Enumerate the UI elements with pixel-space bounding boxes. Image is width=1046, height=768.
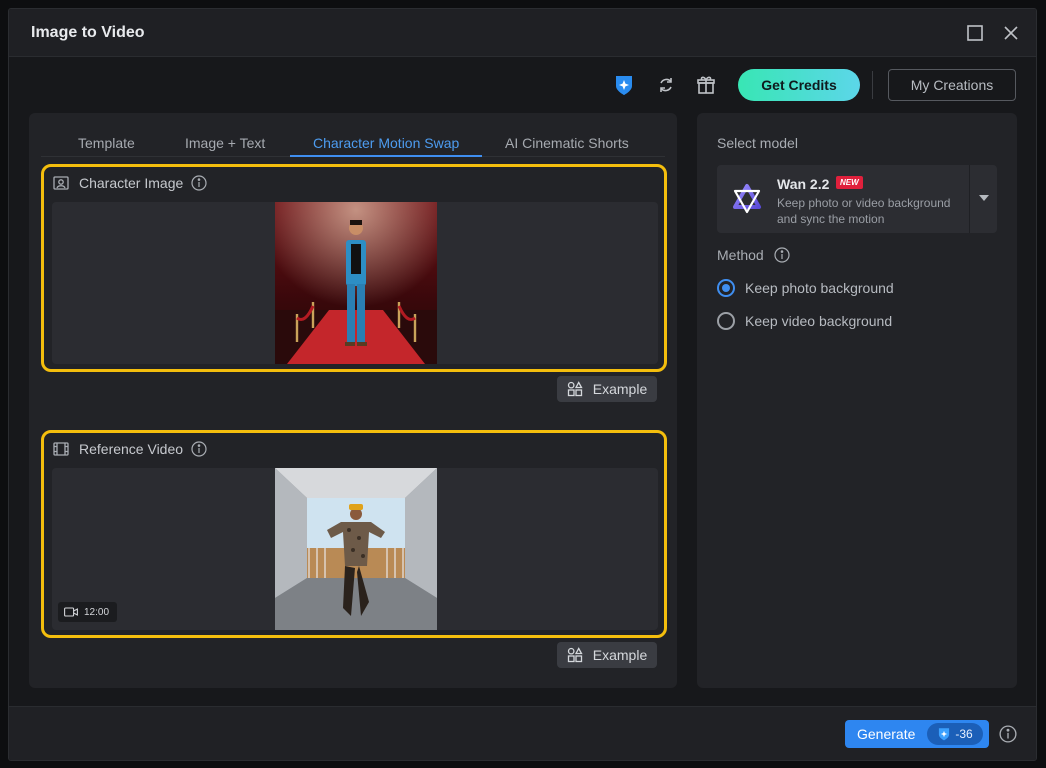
tab-template[interactable]: Template (78, 135, 135, 151)
grid-shapes-icon (567, 647, 583, 663)
close-icon[interactable] (1001, 23, 1021, 43)
keep-photo-label: Keep photo background (745, 280, 894, 296)
reference-example-label: Example (592, 647, 648, 663)
character-example-label: Example (592, 381, 648, 397)
tab-ai-cinematic-shorts[interactable]: AI Cinematic Shorts (505, 135, 629, 151)
new-badge: NEW (836, 176, 863, 189)
radio-keep-photo[interactable] (717, 279, 735, 297)
window-title: Image to Video (31, 24, 145, 41)
get-credits-button[interactable]: Get Credits (738, 69, 860, 101)
reference-example-button[interactable]: Example (557, 642, 657, 668)
video-duration: 12:00 (84, 606, 110, 618)
image-to-video-window: Image to Video Get Credits My Creations … (8, 8, 1037, 761)
active-tab-indicator (290, 155, 482, 157)
tab-image-text[interactable]: Image + Text (185, 135, 265, 151)
toolbar-divider (872, 71, 873, 99)
character-image-section: Character Image (41, 164, 667, 372)
method-label: Method (717, 247, 764, 263)
right-panel: Select model Wan 2.2 NEW Keep photo or v… (697, 113, 1017, 688)
generate-label: Generate (857, 726, 916, 742)
model-selector[interactable]: Wan 2.2 NEW Keep photo or video backgrou… (717, 165, 997, 233)
my-creations-button[interactable]: My Creations (888, 69, 1016, 101)
method-option-keep-photo[interactable]: Keep photo background (717, 279, 894, 297)
method-header: Method (717, 247, 790, 263)
left-panel: Template Image + Text Character Motion S… (29, 113, 677, 688)
radio-keep-video[interactable] (717, 312, 735, 330)
tab-character-motion-swap[interactable]: Character Motion Swap (313, 135, 459, 151)
grid-shapes-icon (567, 381, 583, 397)
footer-bar: Generate -36 (9, 706, 1036, 760)
maximize-icon[interactable] (965, 23, 985, 43)
credits-shield-icon (939, 728, 950, 741)
generate-button[interactable]: Generate -36 (845, 720, 989, 748)
refresh-icon[interactable] (655, 74, 677, 96)
title-bar: Image to Video (9, 9, 1036, 57)
credit-cost-pill: -36 (927, 723, 983, 745)
reference-video-thumbnail[interactable] (275, 468, 437, 630)
character-image-thumbnail[interactable] (275, 202, 437, 364)
reference-video-header: Reference Video (53, 440, 207, 458)
select-model-label: Select model (717, 135, 798, 151)
model-name: Wan 2.2 (777, 176, 830, 192)
reference-video-dropzone[interactable]: 12:00 (52, 468, 658, 630)
video-duration-badge: 12:00 (58, 602, 118, 622)
toolbar: Get Credits My Creations (9, 65, 1036, 105)
model-logo-icon (733, 184, 761, 214)
character-image-dropzone[interactable] (52, 202, 658, 364)
reference-video-label: Reference Video (79, 441, 184, 457)
model-dropdown[interactable] (969, 165, 997, 233)
info-icon[interactable] (191, 175, 207, 191)
mode-tabs: Template Image + Text Character Motion S… (29, 129, 677, 159)
info-icon[interactable] (774, 247, 790, 263)
caret-down-icon (979, 195, 989, 201)
portrait-icon (53, 176, 69, 190)
model-description: Keep photo or video background and sync … (777, 196, 951, 226)
film-icon (53, 442, 69, 456)
character-image-label: Character Image (79, 175, 184, 191)
info-icon[interactable] (999, 725, 1017, 743)
keep-video-label: Keep video background (745, 313, 893, 329)
reference-video-section: Reference Video 12:00 (41, 430, 667, 638)
info-icon[interactable] (191, 441, 207, 457)
character-example-button[interactable]: Example (557, 376, 657, 402)
credit-cost: -36 (955, 727, 973, 741)
character-image-header: Character Image (53, 174, 207, 192)
credits-shield-icon[interactable] (613, 74, 635, 96)
video-camera-icon (64, 607, 78, 617)
gift-icon[interactable] (695, 74, 717, 96)
method-option-keep-video[interactable]: Keep video background (717, 312, 892, 330)
